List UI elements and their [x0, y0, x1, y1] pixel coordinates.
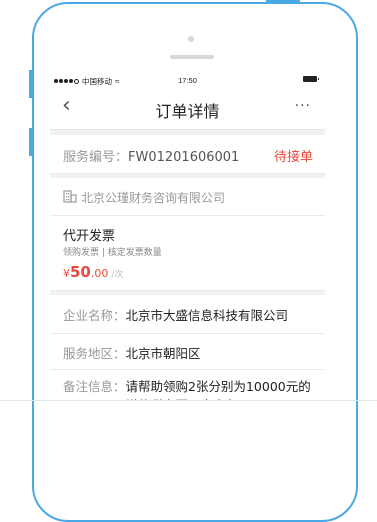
service-row: 服务编号：FW01201606001 待接单 [50, 135, 325, 174]
price-integer: 50 [70, 263, 91, 281]
service-region-row: 服务地区：北京市朝阳区 [63, 343, 201, 362]
product-row: 代开发票 领购发票 | 核定发票数量 ¥50.00/次 [50, 216, 325, 291]
price-currency: ¥ [63, 267, 70, 280]
battery-icon [303, 76, 319, 82]
price-unit: /次 [111, 270, 124, 280]
note-row: 备注信息：请帮助领购2张分别为10000元的增值税专票，客户急用。 [63, 377, 313, 400]
price-decimal: .00 [90, 267, 109, 280]
note-value: 请帮助领购2张分别为10000元的增值税专票，客户急用。 [125, 379, 311, 400]
colon: ： [113, 379, 126, 394]
status-bar: 中国移动 ≈ 17:50 [50, 73, 325, 87]
nav-bar: ‹ 订单详情 ··· [50, 87, 325, 130]
divider [50, 333, 325, 334]
company-name-row: 企业名称：北京市大盛信息科技有限公司 [63, 305, 288, 324]
provider-row[interactable]: 北京公瑾财务咨询有限公司 [50, 178, 325, 216]
colon: ： [113, 346, 126, 361]
status-badge: 待接单 [273, 150, 313, 165]
service-number-label: 服务编号： [63, 150, 129, 165]
note-label: 备注信息 [63, 379, 114, 394]
phone-screen: 中国移动 ≈ 17:50 ‹ 订单详情 ··· 服务编号：FW012016060… [50, 73, 325, 400]
product-name: 代开发票 [63, 229, 116, 244]
product-price: ¥50.00/次 [63, 263, 123, 281]
more-button[interactable]: ··· [295, 98, 311, 114]
service-number: 服务编号：FW01201606001 [63, 146, 239, 165]
divider [50, 369, 325, 370]
company-name-value: 北京市大盛信息科技有限公司 [125, 308, 289, 323]
service-region-label: 服务地区 [63, 346, 114, 361]
service-number-value: FW01201606001 [128, 150, 240, 165]
status-time: 17:50 [178, 76, 197, 85]
page-title: 订单详情 [155, 102, 220, 121]
phone-speaker [170, 55, 214, 59]
phone-camera [188, 36, 194, 42]
service-region-value: 北京市朝阳区 [125, 346, 201, 361]
colon: ： [113, 308, 126, 323]
order-details: 企业名称：北京市大盛信息科技有限公司 服务地区：北京市朝阳区 备注信息：请帮助领… [50, 295, 325, 400]
provider-name: 北京公瑾财务咨询有限公司 [81, 191, 226, 205]
page-divider [0, 400, 377, 401]
company-name-label: 企业名称 [63, 308, 114, 323]
product-description: 领购发票 | 核定发票数量 [63, 248, 162, 258]
building-icon [63, 190, 77, 203]
